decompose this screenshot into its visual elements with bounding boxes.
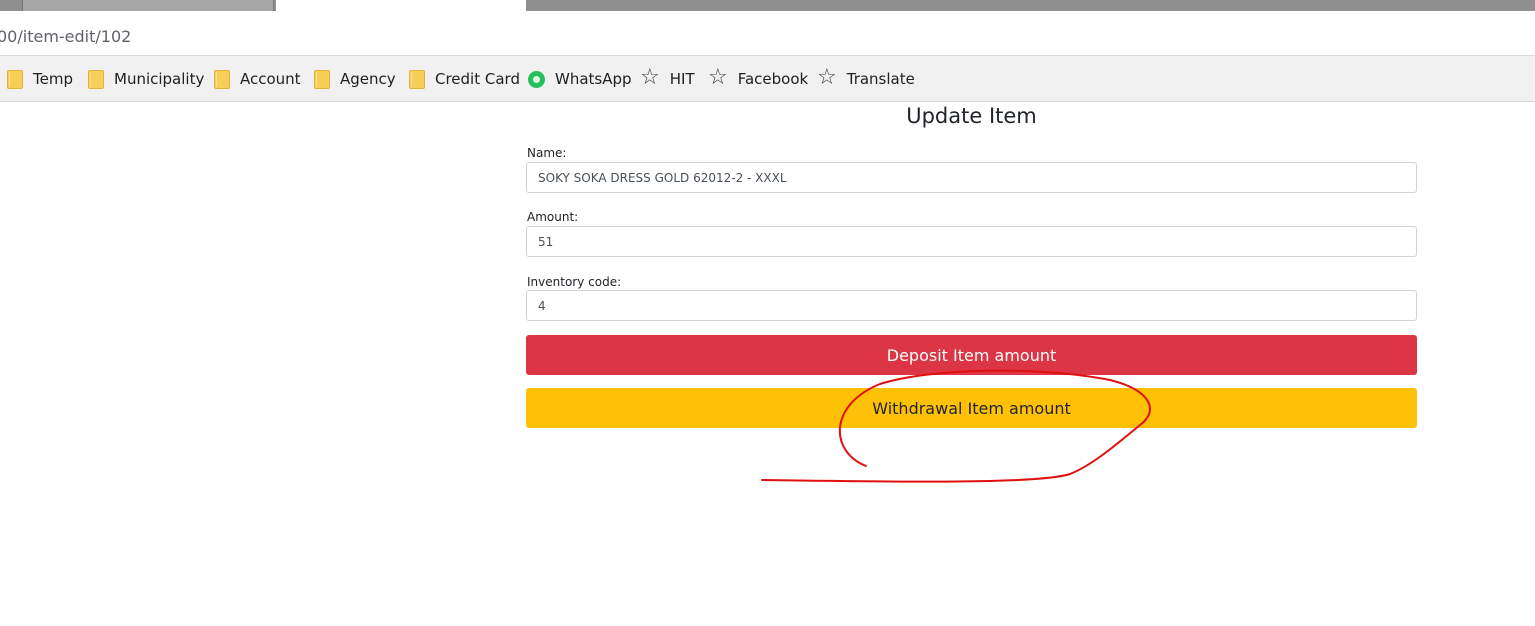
bookmark-label: WhatsApp	[555, 70, 632, 88]
bookmark-account[interactable]: Account	[214, 56, 301, 102]
amount-label: Amount:	[527, 210, 579, 224]
folder-icon	[88, 69, 104, 89]
bookmark-municipality[interactable]: Municipality	[88, 56, 204, 102]
bookmark-agency[interactable]: Agency	[314, 56, 396, 102]
whatsapp-icon	[528, 70, 545, 88]
page-title: Update Item	[906, 104, 1037, 128]
browser-tab-strip	[0, 0, 1535, 11]
star-icon: ☆	[817, 65, 837, 90]
bookmark-temp[interactable]: Temp	[7, 56, 73, 102]
bookmark-whatsapp[interactable]: WhatsApp	[528, 56, 632, 102]
bookmarks-bar: Temp Municipality Account Agency Credit …	[0, 56, 1535, 102]
bookmark-hit[interactable]: ☆ HIT	[640, 56, 695, 102]
inventory-code-label: Inventory code:	[527, 275, 622, 289]
address-bar[interactable]: 00/item-edit/102	[0, 11, 1535, 56]
bookmark-translate[interactable]: ☆ Translate	[817, 56, 915, 102]
browser-tab-active[interactable]	[276, 0, 526, 11]
bookmark-label: Account	[240, 70, 301, 88]
star-icon: ☆	[640, 65, 660, 90]
folder-icon	[314, 69, 330, 89]
page-content: Update Item Name: Amount: Inventory code…	[0, 102, 1535, 626]
deposit-item-amount-button[interactable]: Deposit Item amount	[526, 335, 1417, 375]
bookmark-label: Municipality	[114, 70, 205, 88]
name-label: Name:	[527, 146, 567, 160]
inventory-code-input[interactable]	[526, 290, 1417, 321]
folder-icon	[7, 69, 23, 89]
url-text[interactable]: 00/item-edit/102	[0, 27, 131, 46]
bookmark-label: Agency	[340, 70, 396, 88]
folder-icon	[409, 69, 425, 89]
bookmark-facebook[interactable]: ☆ Facebook	[708, 56, 808, 102]
bookmark-label: HIT	[669, 70, 695, 88]
name-input[interactable]	[526, 162, 1417, 193]
bookmark-credit-card[interactable]: Credit Card	[409, 56, 520, 102]
browser-tab[interactable]	[22, 0, 274, 11]
bookmark-label: Credit Card	[435, 70, 520, 88]
star-icon: ☆	[708, 65, 728, 90]
withdrawal-item-amount-button[interactable]: Withdrawal Item amount	[526, 388, 1417, 428]
bookmark-label: Facebook	[737, 70, 809, 88]
bookmark-label: Translate	[846, 70, 915, 88]
folder-icon	[214, 69, 230, 89]
bookmark-label: Temp	[33, 70, 73, 88]
amount-input[interactable]	[526, 226, 1417, 257]
